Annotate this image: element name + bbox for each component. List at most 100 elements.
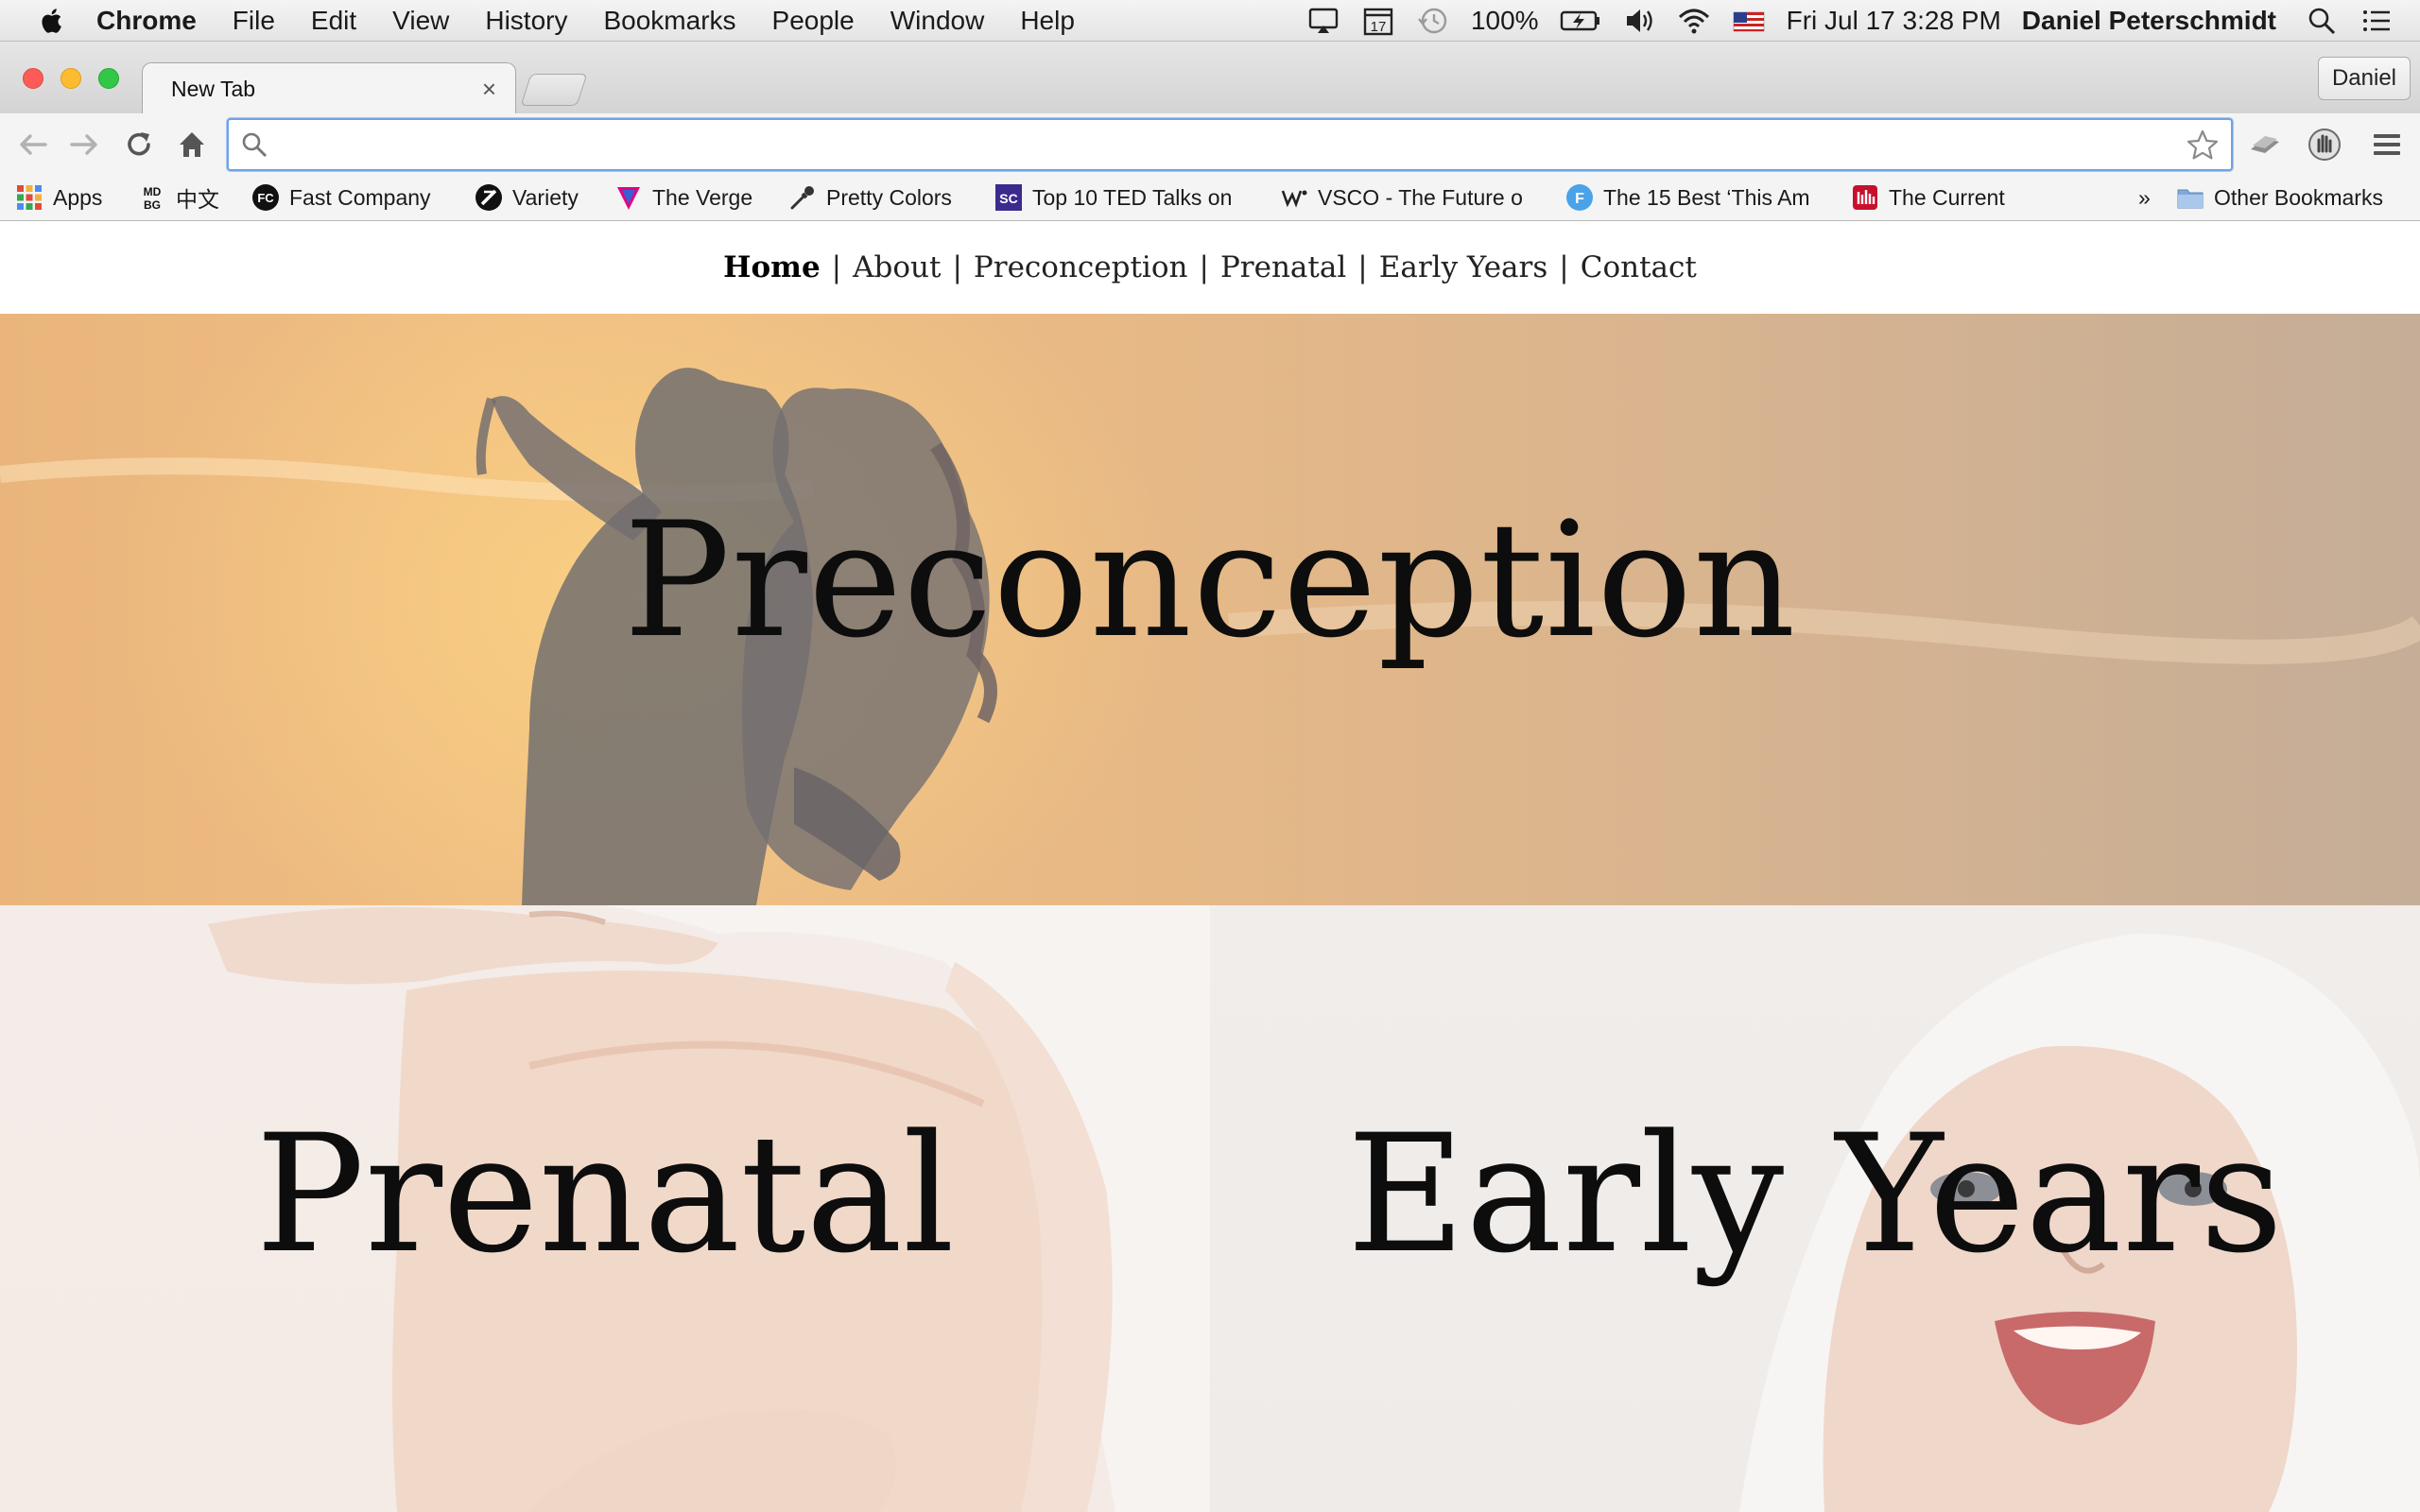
airplay-icon[interactable] [1306, 4, 1340, 38]
hero-preconception[interactable]: Preconception [0, 314, 2420, 905]
bookmark-label: The 15 Best ‘This Am [1603, 184, 1810, 210]
eyedropper-icon [790, 186, 814, 210]
mdbg-icon: MD BG [144, 185, 162, 212]
chrome-menu-icon[interactable] [2369, 127, 2405, 163]
bookmark-15-best[interactable]: F The 15 Best ‘This Am [1565, 176, 1823, 219]
menu-bookmarks[interactable]: Bookmarks [603, 6, 735, 36]
bookmark-label: Fast Company [289, 184, 431, 210]
window-minimize-button[interactable] [60, 68, 81, 89]
window-close-button[interactable] [23, 68, 43, 89]
nav-link-early-years[interactable]: Early Years [1379, 250, 1548, 284]
volume-icon[interactable] [1622, 4, 1656, 38]
bookmark-label: VSCO - The Future o [1318, 184, 1523, 210]
folder-icon [2177, 189, 2204, 209]
time-machine-icon[interactable] [1416, 4, 1450, 38]
calendar-day-text: 17 [1371, 19, 1387, 35]
tab-title: New Tab [171, 77, 256, 101]
os-menubar: Chrome File Edit View History Bookmarks … [0, 0, 2420, 42]
tab-new-tab[interactable]: New Tab × [142, 62, 516, 115]
battery-percent: 100% [1470, 6, 1539, 35]
panel-title-early-years: Early Years [1346, 1099, 2284, 1289]
bookmark-pretty-colors[interactable]: Pretty Colors [788, 176, 952, 219]
nav-link-preconception[interactable]: Preconception [974, 250, 1188, 284]
verge-icon [617, 187, 640, 210]
nav-separator: | [1559, 250, 1569, 284]
chrome-tab-strip: New Tab × Daniel [0, 42, 2420, 115]
menubar-clock[interactable]: Fri Jul 17 3:28 PM [1787, 6, 2001, 36]
menubar-status-area: 17 100% Fri Jul 17 3:28 PM Daniel Peters… [1306, 0, 2420, 42]
bookmark-vsco[interactable]: VSCO - The Future o [1280, 176, 1537, 219]
battery-charging-icon[interactable] [1560, 4, 1601, 38]
menu-view[interactable]: View [392, 6, 449, 36]
menu-app-name[interactable]: Chrome [96, 6, 197, 36]
omnibox-search-icon [242, 132, 268, 158]
svg-text:MD: MD [144, 185, 162, 198]
omnibox-input[interactable] [278, 126, 2135, 165]
nav-link-prenatal[interactable]: Prenatal [1220, 250, 1346, 284]
menu-window[interactable]: Window [890, 6, 985, 36]
notification-center-icon[interactable] [2360, 4, 2394, 38]
variety-icon [475, 184, 502, 211]
bookmark-fast-company[interactable]: FC Fast Company [251, 176, 431, 219]
panel-early-years[interactable]: Early Years [1210, 905, 2420, 1512]
omnibox[interactable] [227, 118, 2233, 171]
bookmark-label: The Current [1889, 184, 2005, 210]
bookmarks-overflow-chevron[interactable]: » [2138, 176, 2151, 219]
other-bookmarks-folder[interactable]: Other Bookmarks [2176, 176, 2383, 219]
menu-edit[interactable]: Edit [311, 6, 356, 36]
bookmark-the-current[interactable]: The Current [1851, 176, 2005, 219]
bookmark-label: The Verge [652, 184, 753, 210]
web-page: Home | About | Preconception | Prenatal … [0, 221, 2420, 1512]
new-tab-button[interactable] [520, 74, 588, 106]
forward-arrow-icon[interactable] [66, 127, 102, 163]
nav-separator: | [952, 250, 962, 284]
nav-link-contact[interactable]: Contact [1581, 250, 1697, 284]
tab-close-icon[interactable]: × [482, 75, 496, 103]
back-arrow-icon[interactable] [15, 127, 51, 163]
menu-history[interactable]: History [485, 6, 567, 36]
overflow-chevron-icon: » [2138, 184, 2151, 210]
site-navigation: Home | About | Preconception | Prenatal … [0, 221, 2420, 314]
apple-menu-icon[interactable] [36, 5, 68, 37]
home-icon[interactable] [174, 127, 210, 163]
bookmark-ted-talks[interactable]: SC Top 10 TED Talks on [994, 176, 1250, 219]
window-zoom-button[interactable] [98, 68, 119, 89]
nav-separator: | [1357, 250, 1368, 284]
chrome-toolbar [0, 113, 2420, 176]
nav-link-about[interactable]: About [853, 250, 941, 284]
bookmarks-bar: Apps MD BG 中文 FC Fast Company Variety Th… [0, 176, 2420, 221]
extension-hand-icon[interactable] [2307, 127, 2342, 163]
panel-title-prenatal: Prenatal [255, 1099, 955, 1289]
menu-file[interactable]: File [233, 6, 275, 36]
calendar-icon[interactable]: 17 [1361, 4, 1395, 38]
vsco-icon [1281, 190, 1307, 208]
bookmark-label: 中文 [176, 187, 219, 212]
panel-prenatal[interactable]: Prenatal [0, 905, 1210, 1512]
menu-help[interactable]: Help [1020, 6, 1075, 36]
menu-people[interactable]: People [772, 6, 855, 36]
bookmark-star-icon[interactable] [2186, 129, 2220, 163]
f-circle-icon: F [1566, 184, 1593, 211]
bookmark-label: Variety [512, 184, 579, 210]
nav-separator: | [831, 250, 842, 284]
svg-text:FC: FC [257, 191, 274, 205]
bookmark-variety[interactable]: Variety [475, 176, 579, 219]
extension-feedly-icon[interactable] [2246, 127, 2284, 163]
svg-text:F: F [1575, 191, 1584, 207]
hero-title: Preconception [623, 488, 1797, 673]
us-flag-input-icon[interactable] [1732, 4, 1766, 38]
nav-link-home[interactable]: Home [723, 250, 821, 284]
soundcloud-icon: SC [995, 184, 1022, 211]
nav-separator: | [1199, 250, 1209, 284]
wifi-icon[interactable] [1677, 4, 1711, 38]
svg-text:BG: BG [144, 198, 161, 212]
the-current-icon [1853, 185, 1877, 210]
reload-icon[interactable] [121, 127, 157, 163]
menubar-user-name[interactable]: Daniel Peterschmidt [2022, 6, 2276, 36]
profile-button[interactable]: Daniel [2318, 57, 2411, 100]
bookmark-mdbg[interactable]: MD BG 中文 [138, 176, 219, 219]
spotlight-search-icon[interactable] [2305, 4, 2339, 38]
bookmark-the-verge[interactable]: The Verge [614, 176, 752, 219]
bookmark-apps[interactable]: Apps [15, 176, 102, 219]
svg-text:SC: SC [999, 191, 1017, 206]
